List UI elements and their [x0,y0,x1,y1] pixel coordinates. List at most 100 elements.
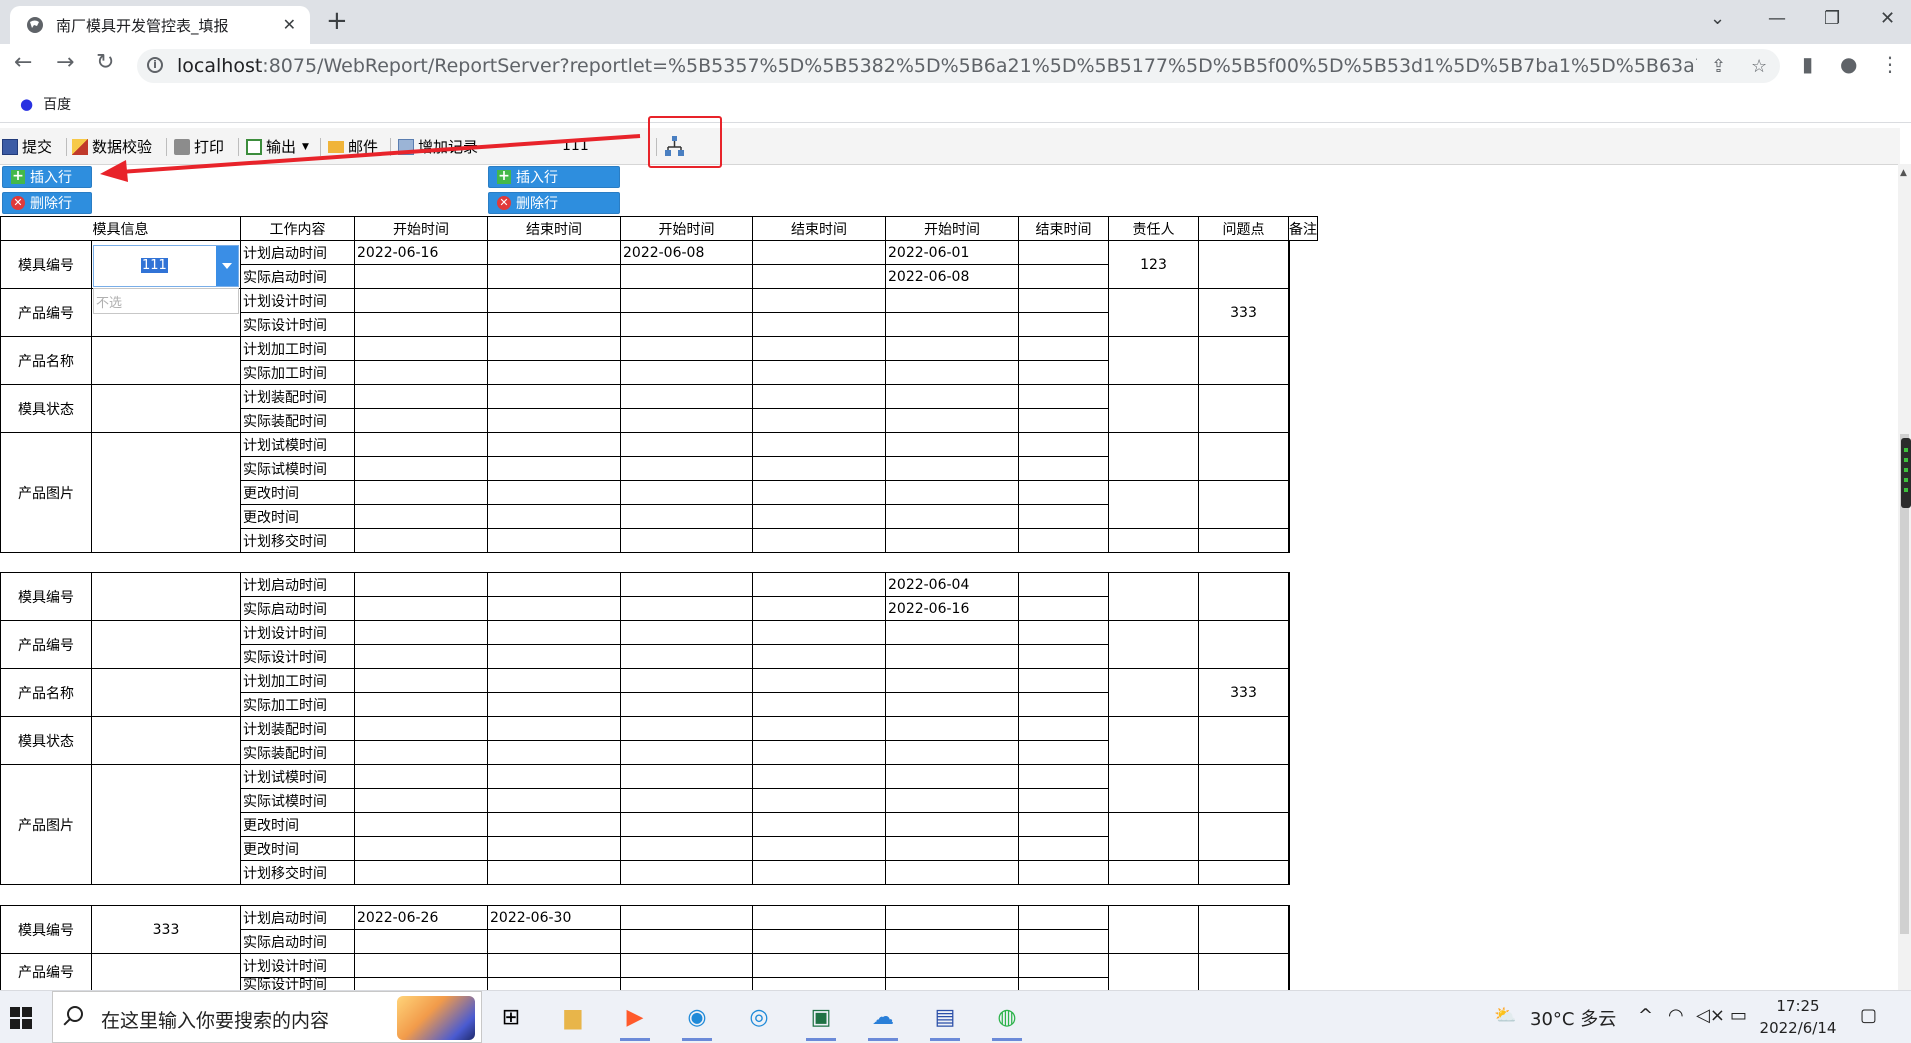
date-cell[interactable] [354,692,488,717]
date-cell[interactable] [885,764,1019,789]
date-cell[interactable] [620,312,753,337]
remark-cell[interactable] [1288,528,1290,553]
network-icon[interactable]: ◠ [1668,1005,1684,1026]
date-cell[interactable] [487,764,621,789]
date-cell[interactable] [620,336,753,361]
excel-icon[interactable]: ▣ [802,999,840,1041]
date-cell[interactable] [885,740,1019,765]
date-cell[interactable] [487,860,621,885]
site-info-icon[interactable]: i [147,57,163,73]
date-cell[interactable] [620,836,753,861]
issue-cell[interactable] [1198,528,1289,553]
date-cell[interactable] [752,596,886,621]
date-cell[interactable] [620,860,753,885]
date-cell[interactable] [1018,384,1109,409]
date-cell[interactable] [1018,977,1109,991]
date-cell[interactable]: 2022-06-16 [885,596,1019,621]
date-cell[interactable] [1018,692,1109,717]
weather-icon[interactable]: ⛅ [1494,1005,1516,1026]
date-cell[interactable] [885,929,1019,954]
date-cell[interactable] [487,264,621,289]
bookmark-star-icon[interactable]: ☆ [1751,56,1767,77]
date-cell[interactable] [354,788,488,813]
date-cell[interactable] [885,408,1019,433]
responsible-cell[interactable] [1108,953,1199,991]
date-cell[interactable] [487,836,621,861]
date-cell[interactable] [620,812,753,837]
date-cell[interactable] [1018,408,1109,433]
new-tab-icon[interactable]: + [326,8,348,34]
date-cell[interactable] [620,360,753,385]
delete-row-button-left[interactable]: ✕ 删除行 [2,192,92,214]
date-cell[interactable] [752,240,886,265]
remark-cell[interactable] [1288,668,1290,717]
battery-icon[interactable]: ▭ [1730,1005,1747,1026]
taskbar-clock[interactable]: 17:25 2022/6/14 [1758,995,1838,1039]
date-cell[interactable] [752,408,886,433]
date-cell[interactable] [752,620,886,645]
date-cell[interactable] [487,788,621,813]
date-cell[interactable] [354,620,488,645]
date-cell[interactable] [487,692,621,717]
date-cell[interactable] [885,480,1019,505]
date-cell[interactable] [620,504,753,529]
info-value-cell[interactable] [91,572,241,621]
issue-cell[interactable] [1198,432,1289,481]
date-cell[interactable] [1018,240,1109,265]
date-cell[interactable] [885,360,1019,385]
date-cell[interactable] [354,668,488,693]
date-cell[interactable] [885,953,1019,978]
issue-cell[interactable] [1198,384,1289,433]
date-cell[interactable]: 2022-06-08 [620,240,753,265]
weather-text[interactable]: 30°C 多云 [1530,1005,1616,1031]
date-cell[interactable] [1018,596,1109,621]
submit-button[interactable]: 提交 [2,136,52,157]
menu-icon[interactable]: ⋮ [1880,52,1900,76]
remark-cell[interactable] [1288,384,1290,433]
date-cell[interactable] [752,692,886,717]
mail-button[interactable]: 邮件 [328,136,378,157]
date-cell[interactable] [752,432,886,457]
validate-button[interactable]: 数据校验 [72,136,152,157]
date-cell[interactable] [885,432,1019,457]
responsible-cell[interactable] [1108,668,1199,717]
date-cell[interactable] [752,860,886,885]
task-view-icon[interactable]: ⊞ [492,999,530,1035]
date-cell[interactable] [752,288,886,313]
date-cell[interactable] [752,456,886,481]
date-cell[interactable] [752,644,886,669]
date-cell[interactable] [620,528,753,553]
date-cell[interactable] [354,953,488,978]
date-cell[interactable] [1018,288,1109,313]
date-cell[interactable] [885,620,1019,645]
date-cell[interactable] [752,384,886,409]
date-cell[interactable] [487,620,621,645]
date-cell[interactable] [620,764,753,789]
volume-icon[interactable]: ◁× [1696,1005,1725,1026]
responsible-cell[interactable] [1108,432,1199,481]
date-cell[interactable] [620,264,753,289]
date-cell[interactable] [487,312,621,337]
date-cell[interactable] [487,740,621,765]
issue-cell[interactable] [1198,716,1289,765]
scrollbar-thumb[interactable] [1900,434,1909,934]
info-value-cell[interactable] [91,953,241,991]
responsible-cell[interactable] [1108,764,1199,813]
date-cell[interactable] [354,836,488,861]
browser-tab[interactable]: 南厂模具开发管控表_填报 ✕ [10,6,310,44]
date-cell[interactable] [487,504,621,529]
date-cell[interactable] [354,740,488,765]
date-cell[interactable] [752,740,886,765]
date-cell[interactable] [354,480,488,505]
info-value-cell[interactable] [91,764,241,885]
remark-cell[interactable] [1288,905,1290,954]
date-cell[interactable] [620,929,753,954]
date-cell[interactable] [487,360,621,385]
add-record-button[interactable]: 增加记录 [398,136,478,157]
date-cell[interactable] [885,504,1019,529]
info-value-cell[interactable] [91,432,241,553]
date-cell[interactable]: 2022-06-04 [885,572,1019,597]
windows-start-icon[interactable] [10,1007,32,1029]
date-cell[interactable] [620,620,753,645]
date-cell[interactable] [354,929,488,954]
